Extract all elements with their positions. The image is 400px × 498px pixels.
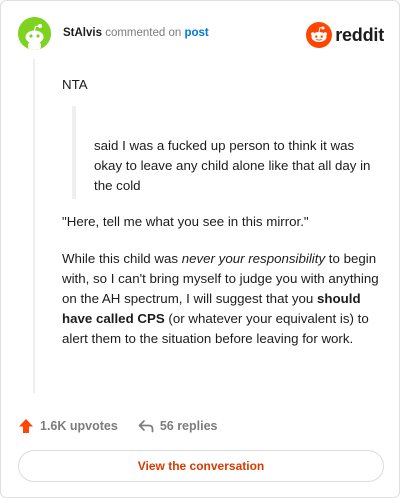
post-link[interactable]: post <box>184 27 208 39</box>
comment-header: StAlvis commented on post reddit <box>18 17 384 51</box>
reply-label: 56 replies <box>159 419 218 433</box>
username-link[interactable]: StAlvis <box>63 27 102 39</box>
blockquote-bar <box>72 106 76 199</box>
emphasis-text: never your responsibility <box>181 251 326 266</box>
comment-body: NTA said I was a fucked up person to thi… <box>62 75 382 366</box>
comment-meta: StAlvis commented on post <box>63 27 209 39</box>
comment-paragraph: While this child was never your responsi… <box>62 249 382 349</box>
snoo-avatar-icon <box>18 17 51 50</box>
reply-arrow-icon <box>138 420 154 433</box>
user-avatar[interactable] <box>18 17 51 50</box>
reddit-snoo-icon <box>306 22 333 48</box>
reddit-wordmark: reddit <box>335 24 384 45</box>
reply-count[interactable]: 56 replies <box>138 419 218 433</box>
upvote-count[interactable]: 1.6K upvotes <box>18 418 118 434</box>
thread-line <box>33 59 35 393</box>
comment-paragraph: "Here, tell me what you see in this mirr… <box>62 214 309 229</box>
comment-footer: 1.6K upvotes 56 replies <box>18 415 218 437</box>
view-conversation-button[interactable]: View the conversation <box>18 450 384 482</box>
action-text: commented on <box>105 27 182 39</box>
comment-text: While this child was <box>62 251 182 266</box>
comment-paragraph: NTA <box>62 77 88 92</box>
comment-embed-card: StAlvis commented on post reddit NTA sai… <box>0 0 400 498</box>
upvote-label: 1.6K upvotes <box>40 419 118 433</box>
upvote-arrow-icon <box>19 419 33 433</box>
blockquote-text: said I was a fucked up person to think i… <box>94 138 371 193</box>
blockquote: said I was a fucked up person to think i… <box>72 106 382 199</box>
reddit-logo[interactable]: reddit <box>306 21 384 49</box>
